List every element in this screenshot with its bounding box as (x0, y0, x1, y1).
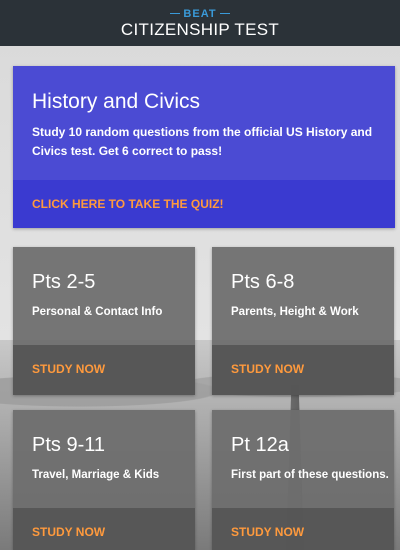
card-title: Pts 2-5 (32, 271, 96, 293)
study-card-pts-9-11: Pts 9-11 Travel, Marriage & Kids STUDY N… (13, 410, 195, 550)
brand-logo: BEAT (0, 0, 400, 20)
study-card-pts-2-5: Pts 2-5 Personal & Contact Info STUDY NO… (13, 247, 195, 395)
take-quiz-button[interactable]: CLICK HERE TO TAKE THE QUIZ! (13, 180, 395, 228)
card-subtitle: Parents, Height & Work (231, 306, 359, 318)
app-title: CITIZENSHIP TEST (120, 20, 280, 39)
card-subtitle: First part of these questions. (231, 469, 389, 481)
brand-dash-right (219, 13, 230, 14)
study-now-button[interactable]: STUDY NOW (13, 345, 195, 395)
app-header: BEAT CITIZENSHIP TEST (0, 0, 400, 46)
card-subtitle: Personal & Contact Info (32, 306, 163, 318)
card-title: Pts 9-11 (32, 434, 105, 456)
study-card-pts-6-8: Pts 6-8 Parents, Height & Work STUDY NOW (212, 247, 394, 395)
history-civics-card: History and Civics Study 10 random quest… (13, 66, 395, 228)
hero-description: Study 10 random questions from the offic… (32, 125, 373, 158)
brand-dash-left (170, 13, 181, 14)
card-subtitle: Travel, Marriage & Kids (32, 469, 160, 481)
brand-word: BEAT (183, 7, 217, 20)
card-title: Pts 6-8 (231, 271, 295, 293)
study-card-pt-12a: Pt 12a First part of these questions. ST… (212, 410, 394, 550)
study-now-button[interactable]: STUDY NOW (212, 508, 394, 550)
hero-title: History and Civics (32, 90, 201, 113)
card-title: Pt 12a (231, 434, 289, 456)
study-now-button[interactable]: STUDY NOW (212, 345, 394, 395)
study-now-button[interactable]: STUDY NOW (13, 508, 195, 550)
